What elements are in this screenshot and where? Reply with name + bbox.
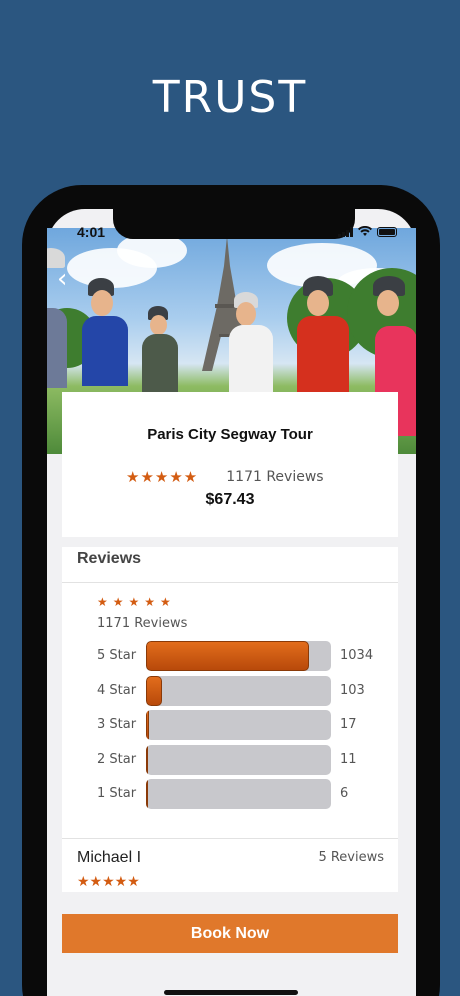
signal-icon <box>338 226 353 237</box>
tour-rating: ★★★★★ 1171 Reviews <box>126 468 324 486</box>
rating-bar-count: 11 <box>340 752 357 767</box>
rating-bar-track <box>146 710 331 740</box>
summary-stars-icon: ★★★★★ <box>97 595 176 609</box>
status-time: 4:01 <box>77 224 106 240</box>
rating-bar-label: 5 Star <box>97 648 137 663</box>
reviews-card: Reviews ★★★★★ 1171 Reviews 5 Star 1034 4… <box>62 547 398 838</box>
rating-bar-count: 1034 <box>340 648 374 663</box>
rating-stars-icon: ★★★★★ <box>126 468 199 486</box>
battery-icon <box>377 226 397 237</box>
reviews-heading: Reviews <box>77 550 142 567</box>
tour-price: $67.43 <box>205 491 255 508</box>
rating-bar-row-1: 1 Star 6 <box>97 779 387 809</box>
summary-review-count: 1171 Reviews <box>97 616 188 631</box>
rating-bar-label: 4 Star <box>97 683 137 698</box>
phone-notch <box>113 209 355 239</box>
rating-bar-track <box>146 676 331 706</box>
reviewer-review-count: 5 Reviews <box>318 850 384 865</box>
tour-info-card: Paris City Segway Tour ★★★★★ 1171 Review… <box>62 392 398 537</box>
rating-bar-fill <box>146 745 149 775</box>
tour-title: Paris City Segway Tour <box>147 426 313 443</box>
rating-bar-fill <box>146 710 149 740</box>
rating-bar-track <box>146 745 331 775</box>
rating-bar-label: 1 Star <box>97 786 137 801</box>
rating-bar-row-4: 4 Star 103 <box>97 676 387 706</box>
review-item[interactable]: Michael I 5 Reviews ★★★★★ <box>62 838 398 892</box>
home-indicator <box>164 990 298 995</box>
book-now-button[interactable]: Book Now <box>62 914 398 953</box>
status-icons <box>338 226 397 237</box>
rating-bar-count: 6 <box>340 786 349 801</box>
wifi-icon <box>358 226 372 236</box>
rating-bar-track <box>146 641 331 671</box>
rating-bar-track <box>146 779 331 809</box>
rating-bar-count: 17 <box>340 717 357 732</box>
reviewer-name: Michael I <box>77 849 142 866</box>
rating-bar-fill <box>146 779 149 809</box>
tour-reviews-count[interactable]: 1171 Reviews <box>226 469 323 485</box>
page-headline: TRUST <box>152 72 308 123</box>
divider <box>62 582 398 583</box>
rating-bar-row-5: 5 Star 1034 <box>97 641 387 671</box>
rating-bar-row-2: 2 Star 11 <box>97 745 387 775</box>
rating-bar-count: 103 <box>340 683 365 698</box>
rating-bar-label: 2 Star <box>97 752 137 767</box>
back-chevron-icon[interactable]: ‹ <box>57 264 67 294</box>
rating-bar-label: 3 Star <box>97 717 137 732</box>
reviewer-stars-icon: ★★★★★ <box>77 874 140 890</box>
rating-bar-fill <box>146 641 310 671</box>
rating-bar-row-3: 3 Star 17 <box>97 710 387 740</box>
rating-bar-fill <box>146 676 163 706</box>
